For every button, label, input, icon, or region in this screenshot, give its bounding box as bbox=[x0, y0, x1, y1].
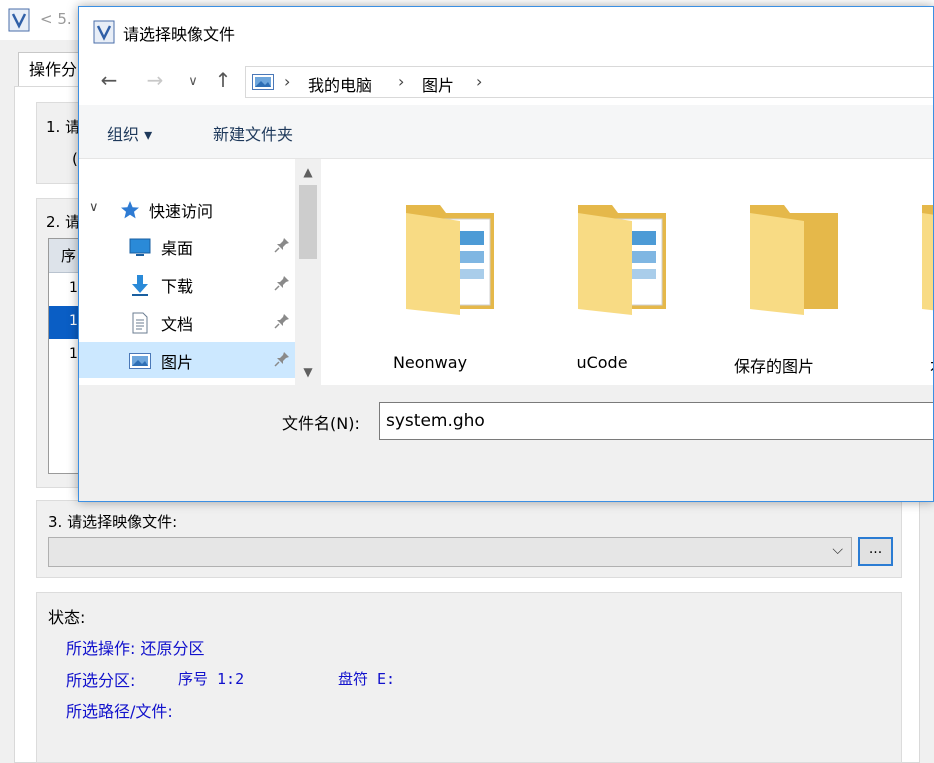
pin-icon[interactable] bbox=[273, 312, 291, 330]
step1-label: 1. 请 bbox=[46, 118, 78, 136]
app-logo-icon bbox=[93, 20, 115, 44]
navigation-bar: ← → ∨ ↑ › 我的电脑 › 图片 › bbox=[79, 57, 933, 105]
pictures-icon bbox=[129, 353, 151, 369]
nav-item-label: 桌面 bbox=[161, 239, 194, 258]
folder-icon bbox=[406, 205, 494, 315]
back-arrow-icon[interactable]: ← bbox=[95, 69, 123, 91]
status-drive-letter: 盘符 E: bbox=[338, 670, 396, 688]
folder-label: 本机 bbox=[871, 353, 933, 377]
document-icon bbox=[132, 312, 148, 334]
file-list-pane: Neonway uCode 保存的图片 bbox=[323, 159, 933, 385]
open-file-dialog: 请选择映像文件 ← → ∨ ↑ › 我的电脑 › 图片 › 组织 ▾ 新建文件夹… bbox=[78, 6, 934, 502]
browse-button[interactable]: ... bbox=[858, 537, 893, 566]
nav-item-label: 文档 bbox=[161, 315, 194, 334]
breadcrumb-pictures[interactable]: 图片 bbox=[422, 72, 454, 96]
status-group bbox=[36, 592, 902, 763]
breadcrumb-separator-icon[interactable]: › bbox=[398, 72, 404, 91]
navigation-pane: ∨ 快速访问 桌面 下载 文档 图片 bbox=[79, 159, 323, 385]
nav-item-quick-access[interactable]: ∨ 快速访问 bbox=[79, 191, 295, 227]
dialog-title-bar: 请选择映像文件 bbox=[79, 7, 933, 57]
nav-item-downloads[interactable]: 下载 bbox=[79, 266, 295, 302]
command-bar: 组织 ▾ 新建文件夹 bbox=[79, 105, 933, 159]
breadcrumb-separator-icon[interactable]: › bbox=[284, 72, 290, 91]
folder-icon bbox=[922, 205, 933, 311]
pin-icon[interactable] bbox=[273, 274, 291, 292]
filename-input[interactable] bbox=[379, 402, 933, 440]
breadcrumb-my-computer[interactable]: 我的电脑 bbox=[308, 72, 372, 96]
folder-icon bbox=[750, 205, 838, 315]
recent-locations-chevron-icon[interactable]: ∨ bbox=[179, 71, 207, 93]
nav-item-desktop[interactable]: 桌面 bbox=[79, 228, 295, 264]
new-folder-button[interactable]: 新建文件夹 bbox=[213, 121, 293, 145]
app-title: < 5. bbox=[40, 10, 72, 28]
folder-item-ucode[interactable]: uCode bbox=[527, 183, 677, 372]
status-partition-number: 序号 1:2 bbox=[178, 670, 245, 688]
folder-item-local[interactable]: 本机 bbox=[871, 183, 933, 376]
expand-chevron-icon[interactable]: ∨ bbox=[89, 200, 99, 215]
star-icon bbox=[121, 201, 139, 219]
status-operation: 所选操作: 还原分区 bbox=[66, 639, 205, 658]
folder-item-neonway[interactable]: Neonway bbox=[355, 183, 505, 372]
nav-item-label: 快速访问 bbox=[149, 202, 214, 221]
navigation-pane-scrollbar[interactable]: ▲ ▼ bbox=[295, 159, 321, 385]
status-title: 状态: bbox=[48, 608, 86, 627]
status-path-label: 所选路径/文件: bbox=[66, 702, 173, 721]
scrollbar-thumb[interactable] bbox=[299, 185, 317, 259]
filename-label: 文件名(N): bbox=[282, 414, 360, 433]
pin-icon[interactable] bbox=[273, 350, 291, 368]
nav-item-pictures[interactable]: 图片 bbox=[79, 342, 295, 378]
folder-label: 保存的图片 bbox=[733, 357, 814, 376]
download-icon bbox=[132, 275, 148, 296]
nav-item-label: 下载 bbox=[161, 277, 194, 296]
pictures-folder-icon bbox=[252, 74, 274, 90]
step3-label: 3. 请选择映像文件: bbox=[48, 513, 178, 531]
status-partition-label: 所选分区: bbox=[66, 671, 136, 690]
nav-item-label: 图片 bbox=[161, 353, 194, 372]
nav-item-documents[interactable]: 文档 bbox=[79, 304, 295, 340]
up-arrow-icon[interactable]: ↑ bbox=[209, 69, 237, 91]
image-file-combobox[interactable]: ⌵ bbox=[48, 537, 852, 567]
desktop-icon bbox=[129, 238, 151, 256]
scroll-down-icon[interactable]: ▼ bbox=[295, 365, 321, 379]
folder-label: Neonway bbox=[392, 353, 468, 372]
organize-button[interactable]: 组织 ▾ bbox=[107, 121, 152, 145]
chevron-down-icon[interactable]: ⌵ bbox=[832, 542, 843, 558]
app-logo-icon bbox=[8, 8, 30, 32]
filename-bar: 文件名(N): bbox=[79, 385, 933, 501]
folder-item-saved-pictures[interactable]: 保存的图片 bbox=[699, 183, 849, 376]
pin-icon[interactable] bbox=[273, 236, 291, 254]
scroll-up-icon[interactable]: ▲ bbox=[295, 165, 321, 179]
folder-label: uCode bbox=[576, 353, 628, 372]
breadcrumb-separator-icon[interactable]: › bbox=[476, 72, 482, 91]
dialog-title: 请选择映像文件 bbox=[123, 25, 236, 44]
address-bar[interactable]: › 我的电脑 › 图片 › bbox=[245, 66, 933, 98]
folder-icon bbox=[578, 205, 666, 315]
forward-arrow-icon[interactable]: → bbox=[141, 69, 169, 91]
step2-label: 2. 请 bbox=[46, 213, 78, 231]
